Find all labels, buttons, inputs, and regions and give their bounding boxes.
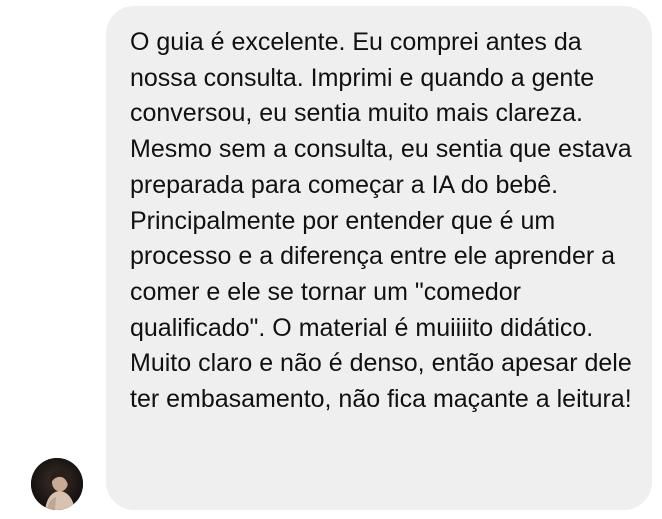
- sender-avatar[interactable]: [31, 458, 83, 510]
- profile-photo-icon: [31, 458, 83, 510]
- message-text: O guia é excelente. Eu comprei antes da …: [130, 28, 632, 414]
- message-bubble[interactable]: O guia é excelente. Eu comprei antes da …: [106, 6, 652, 510]
- message-thread: O guia é excelente. Eu comprei antes da …: [0, 0, 662, 519]
